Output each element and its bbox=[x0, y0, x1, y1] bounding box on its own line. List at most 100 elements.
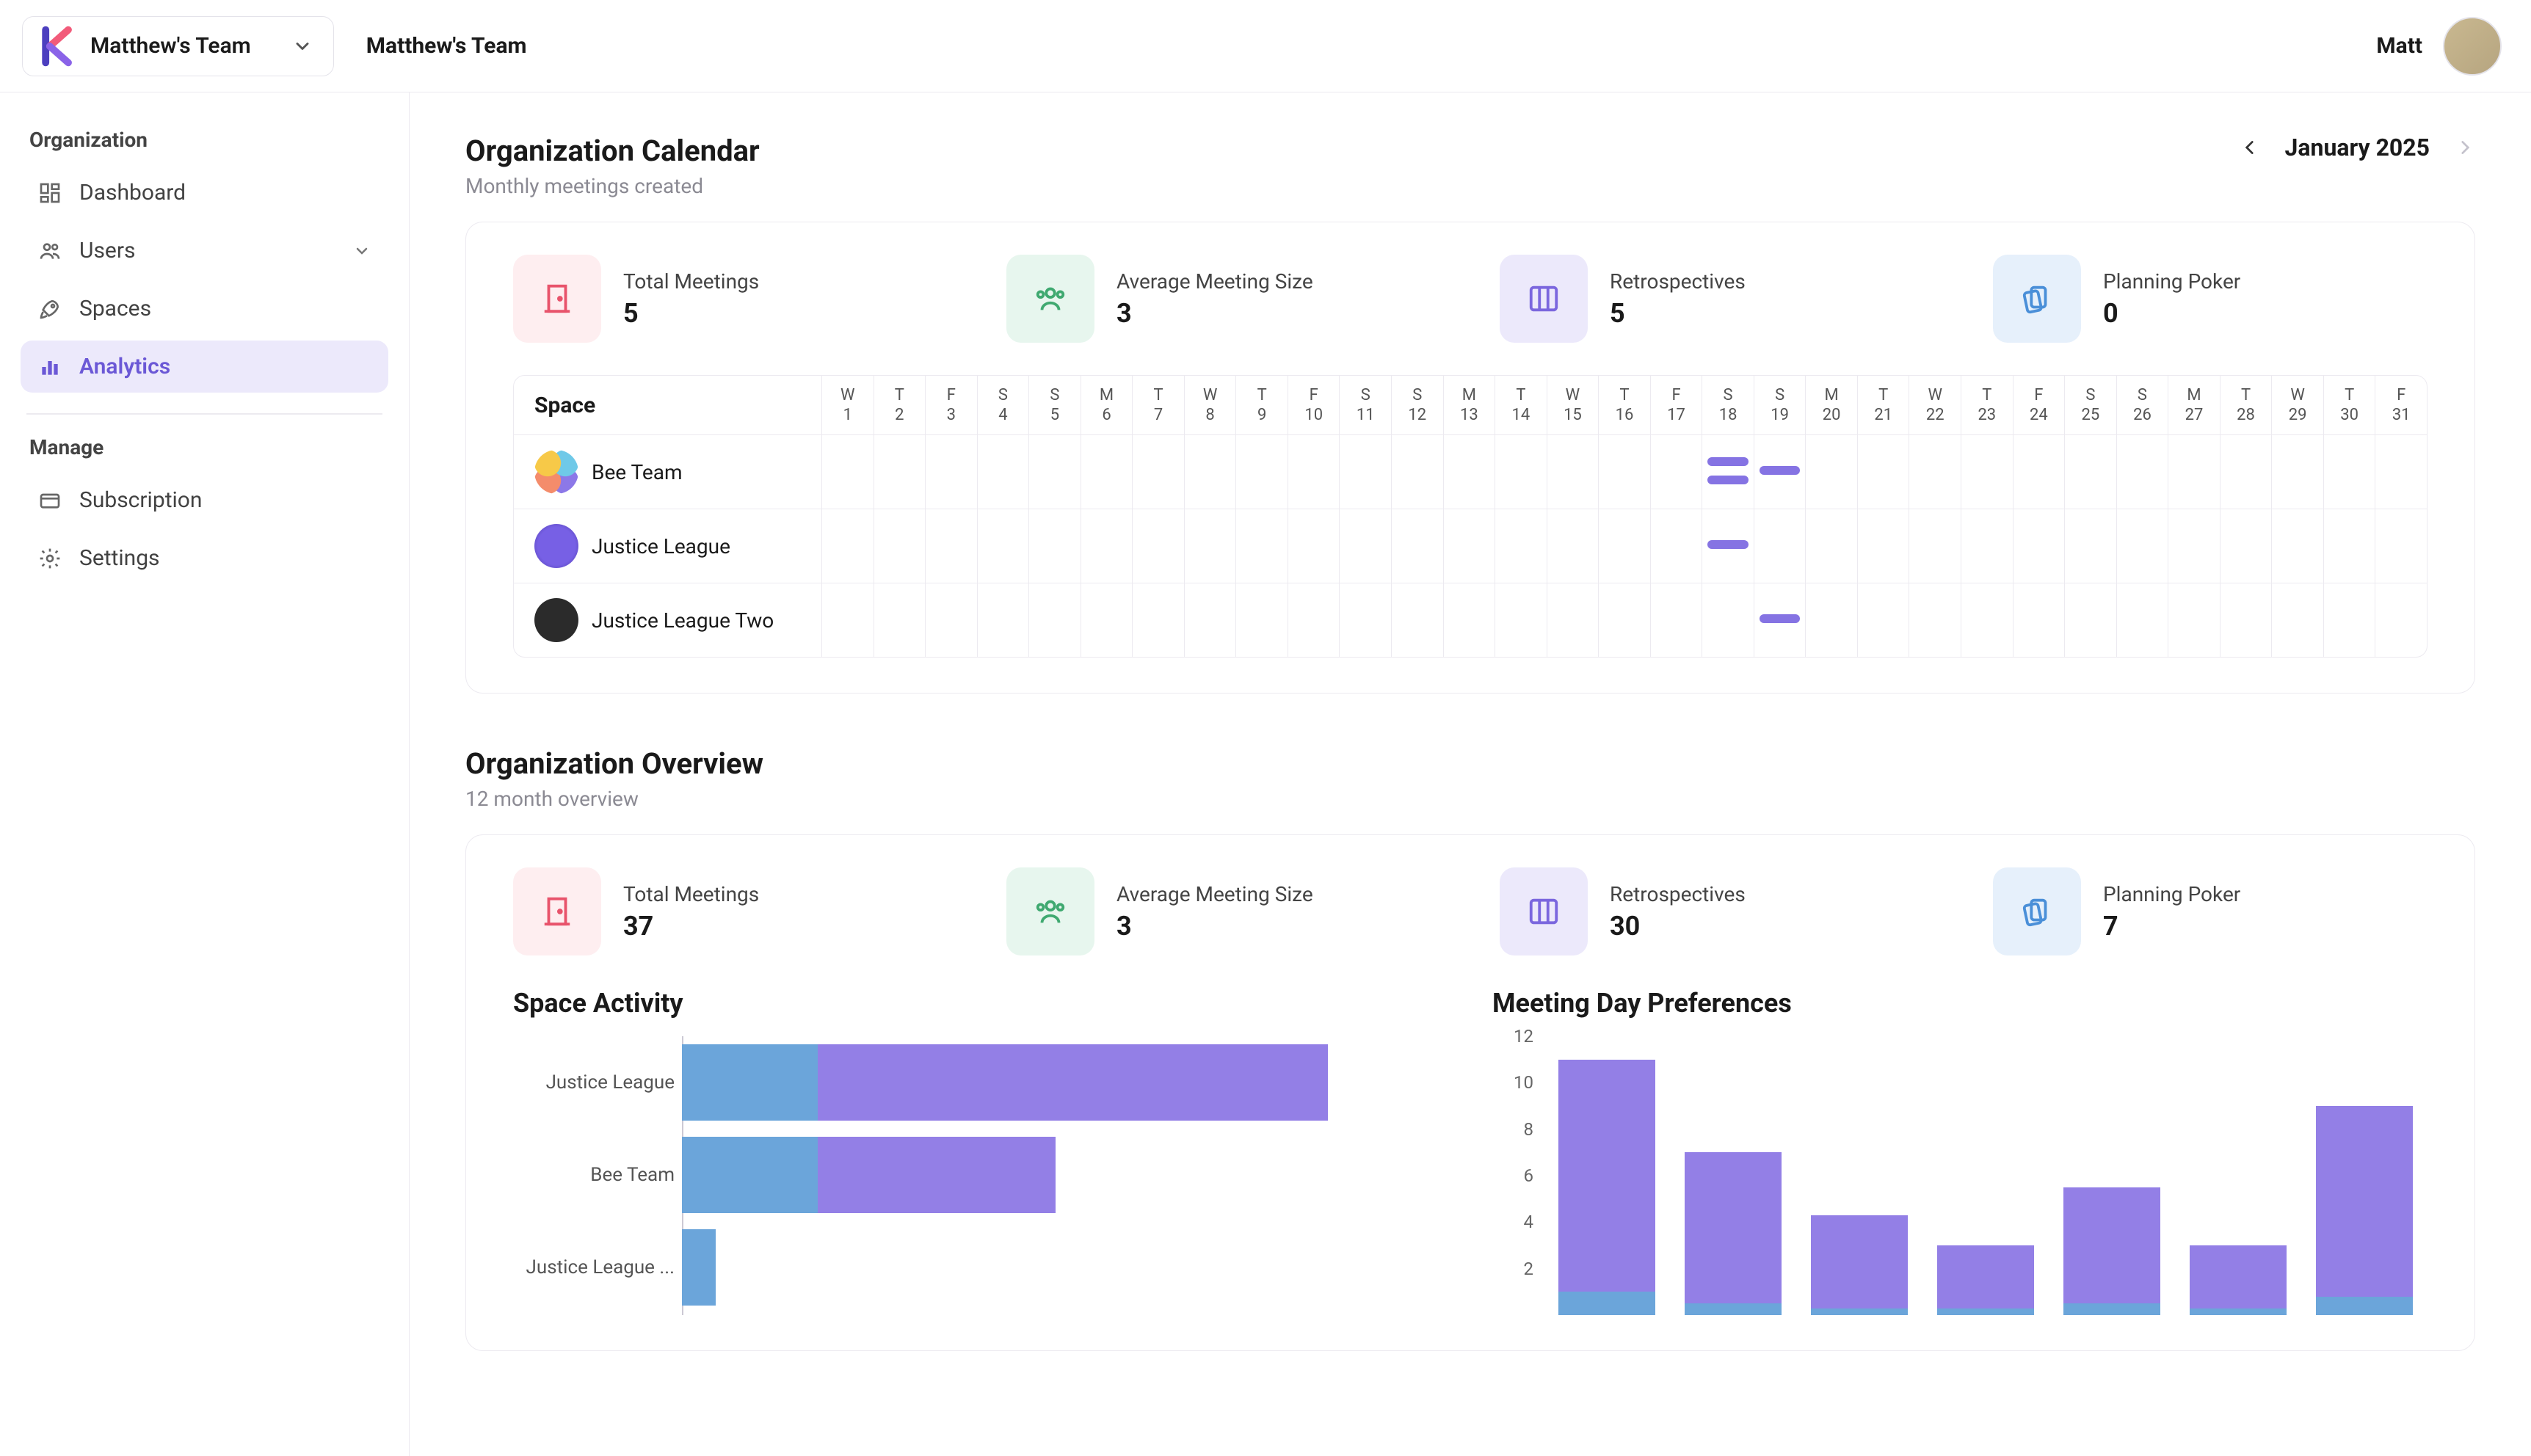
calendar-cell[interactable] bbox=[1081, 583, 1133, 657]
calendar-cell[interactable] bbox=[1081, 435, 1133, 509]
calendar-cell[interactable] bbox=[1858, 583, 1910, 657]
calendar-cell[interactable] bbox=[1858, 509, 1910, 583]
calendar-cell[interactable] bbox=[2324, 435, 2376, 509]
calendar-cell[interactable] bbox=[1961, 583, 2013, 657]
calendar-cell[interactable] bbox=[2220, 583, 2273, 657]
calendar-cell[interactable] bbox=[822, 435, 874, 509]
calendar-cell[interactable] bbox=[1495, 435, 1547, 509]
calendar-cell[interactable] bbox=[2117, 583, 2169, 657]
calendar-cell[interactable] bbox=[1909, 509, 1961, 583]
calendar-cell[interactable] bbox=[1599, 435, 1651, 509]
calendar-cell[interactable] bbox=[1340, 509, 1392, 583]
calendar-cell[interactable] bbox=[1651, 435, 1703, 509]
calendar-cell[interactable] bbox=[926, 509, 978, 583]
calendar-cell[interactable] bbox=[1806, 509, 1858, 583]
calendar-cell[interactable] bbox=[1495, 509, 1547, 583]
sidebar-item-settings[interactable]: Settings bbox=[21, 532, 388, 584]
sidebar-item-dashboard[interactable]: Dashboard bbox=[21, 167, 388, 219]
team-switcher[interactable]: Matthew's Team bbox=[22, 16, 334, 76]
calendar-cell[interactable] bbox=[1909, 435, 1961, 509]
calendar-cell[interactable] bbox=[822, 583, 874, 657]
calendar-cell[interactable] bbox=[1702, 509, 1754, 583]
calendar-cell[interactable] bbox=[2168, 435, 2220, 509]
calendar-cell[interactable] bbox=[926, 583, 978, 657]
calendar-cell[interactable] bbox=[1806, 583, 1858, 657]
calendar-cell[interactable] bbox=[1702, 583, 1754, 657]
calendar-cell[interactable] bbox=[1392, 509, 1444, 583]
calendar-cell[interactable] bbox=[1133, 509, 1185, 583]
calendar-cell[interactable] bbox=[1547, 435, 1599, 509]
calendar-cell[interactable] bbox=[1754, 509, 1806, 583]
calendar-cell[interactable] bbox=[1236, 435, 1288, 509]
calendar-cell[interactable] bbox=[1029, 509, 1081, 583]
calendar-cell[interactable] bbox=[2013, 509, 2066, 583]
calendar-cell[interactable] bbox=[2065, 509, 2117, 583]
calendar-cell[interactable] bbox=[1858, 435, 1910, 509]
calendar-cell[interactable] bbox=[1909, 583, 1961, 657]
calendar-cell[interactable] bbox=[1288, 509, 1340, 583]
calendar-cell[interactable] bbox=[2168, 583, 2220, 657]
prev-month-button[interactable] bbox=[2240, 137, 2260, 158]
calendar-cell[interactable] bbox=[1392, 583, 1444, 657]
calendar-cell[interactable] bbox=[1547, 583, 1599, 657]
calendar-cell[interactable] bbox=[1133, 435, 1185, 509]
calendar-cell[interactable] bbox=[1651, 509, 1703, 583]
calendar-cell[interactable] bbox=[1288, 435, 1340, 509]
calendar-cell[interactable] bbox=[1961, 509, 2013, 583]
calendar-cell[interactable] bbox=[1029, 583, 1081, 657]
user-name[interactable]: Matt bbox=[2376, 33, 2422, 59]
calendar-cell[interactable] bbox=[1806, 435, 1858, 509]
calendar-cell[interactable] bbox=[1081, 509, 1133, 583]
calendar-cell[interactable] bbox=[1651, 583, 1703, 657]
calendar-cell[interactable] bbox=[1702, 435, 1754, 509]
calendar-cell[interactable] bbox=[1340, 435, 1392, 509]
user-avatar[interactable] bbox=[2443, 17, 2502, 76]
calendar-cell[interactable] bbox=[822, 509, 874, 583]
calendar-cell[interactable] bbox=[1236, 509, 1288, 583]
calendar-cell[interactable] bbox=[2013, 435, 2066, 509]
calendar-cell[interactable] bbox=[1185, 435, 1237, 509]
calendar-cell[interactable] bbox=[2324, 509, 2376, 583]
calendar-cell[interactable] bbox=[978, 583, 1030, 657]
calendar-cell[interactable] bbox=[2168, 509, 2220, 583]
sidebar-item-spaces[interactable]: Spaces bbox=[21, 283, 388, 335]
calendar-cell[interactable] bbox=[1185, 509, 1237, 583]
calendar-cell[interactable] bbox=[874, 583, 926, 657]
calendar-cell[interactable] bbox=[1754, 435, 1806, 509]
calendar-cell[interactable] bbox=[978, 509, 1030, 583]
calendar-cell[interactable] bbox=[874, 509, 926, 583]
calendar-cell[interactable] bbox=[2065, 435, 2117, 509]
calendar-cell[interactable] bbox=[1288, 583, 1340, 657]
calendar-cell[interactable] bbox=[2272, 583, 2324, 657]
sidebar-item-analytics[interactable]: Analytics bbox=[21, 341, 388, 393]
sidebar-item-subscription[interactable]: Subscription bbox=[21, 474, 388, 526]
calendar-cell[interactable] bbox=[1185, 583, 1237, 657]
calendar-space-row[interactable]: Justice League bbox=[514, 509, 822, 583]
calendar-cell[interactable] bbox=[1599, 509, 1651, 583]
calendar-cell[interactable] bbox=[1547, 509, 1599, 583]
calendar-space-row[interactable]: Justice League Two bbox=[514, 583, 822, 657]
calendar-cell[interactable] bbox=[874, 435, 926, 509]
calendar-cell[interactable] bbox=[1236, 583, 1288, 657]
calendar-cell[interactable] bbox=[1599, 583, 1651, 657]
calendar-cell[interactable] bbox=[1495, 583, 1547, 657]
calendar-cell[interactable] bbox=[1444, 509, 1496, 583]
sidebar-item-users[interactable]: Users bbox=[21, 225, 388, 277]
calendar-cell[interactable] bbox=[2375, 583, 2427, 657]
calendar-cell[interactable] bbox=[1444, 583, 1496, 657]
calendar-cell[interactable] bbox=[2117, 509, 2169, 583]
calendar-cell[interactable] bbox=[1444, 435, 1496, 509]
calendar-cell[interactable] bbox=[1340, 583, 1392, 657]
calendar-cell[interactable] bbox=[926, 435, 978, 509]
calendar-cell[interactable] bbox=[2013, 583, 2066, 657]
calendar-cell[interactable] bbox=[2220, 509, 2273, 583]
calendar-cell[interactable] bbox=[1754, 583, 1806, 657]
calendar-cell[interactable] bbox=[2324, 583, 2376, 657]
calendar-cell[interactable] bbox=[2117, 435, 2169, 509]
next-month-button[interactable] bbox=[2455, 137, 2475, 158]
calendar-cell[interactable] bbox=[2272, 509, 2324, 583]
calendar-cell[interactable] bbox=[1029, 435, 1081, 509]
calendar-cell[interactable] bbox=[1961, 435, 2013, 509]
calendar-cell[interactable] bbox=[2375, 435, 2427, 509]
calendar-cell[interactable] bbox=[2375, 509, 2427, 583]
